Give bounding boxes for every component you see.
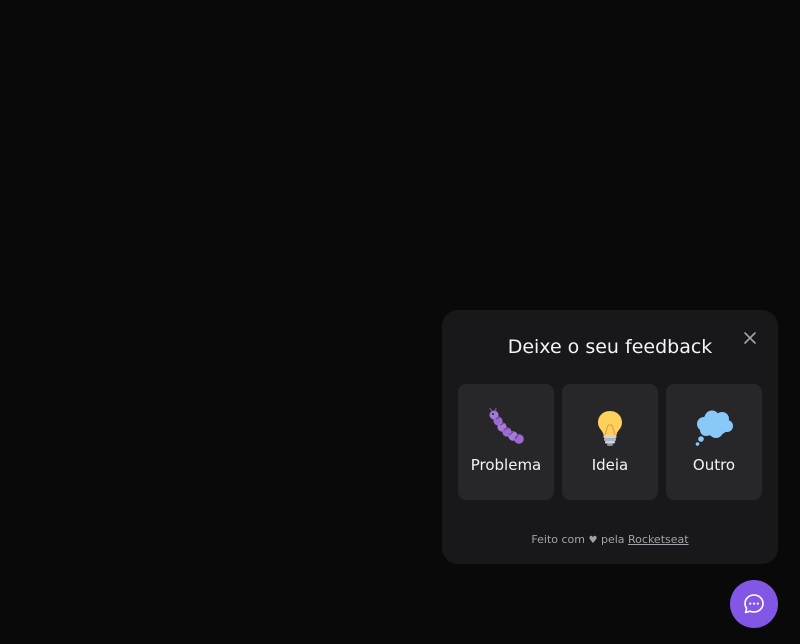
rocketseat-link[interactable]: Rocketseat (628, 533, 689, 546)
feedback-type-label: Outro (692, 456, 736, 474)
feedback-widget: Deixe o seu feedback Problema Ideia Outr… (442, 310, 778, 564)
close-button[interactable] (742, 330, 758, 346)
feedback-type-outro-button[interactable]: Outro (666, 384, 762, 500)
thought-bubble-icon (695, 410, 733, 446)
feedback-type-ideia-button[interactable]: Ideia (562, 384, 658, 500)
feedback-type-label: Problema (470, 456, 542, 474)
bug-icon (489, 408, 524, 444)
footer-text: Feito com ♥ pela Rocketseat (442, 534, 778, 546)
feedback-type-problema-button[interactable]: Problema (458, 384, 554, 500)
lightbulb-icon (598, 411, 622, 446)
chat-bubble-icon (744, 594, 764, 614)
footer-middle: pela (600, 533, 625, 546)
feedback-type-list: Problema Ideia Outro (458, 384, 762, 500)
feedback-type-label: Ideia (591, 456, 629, 474)
close-icon (744, 332, 756, 344)
footer-prefix: Feito com (531, 533, 586, 546)
feedback-toggle-button[interactable] (730, 580, 778, 628)
heart-icon: ♥ (588, 535, 598, 546)
widget-title: Deixe o seu feedback (507, 336, 713, 358)
